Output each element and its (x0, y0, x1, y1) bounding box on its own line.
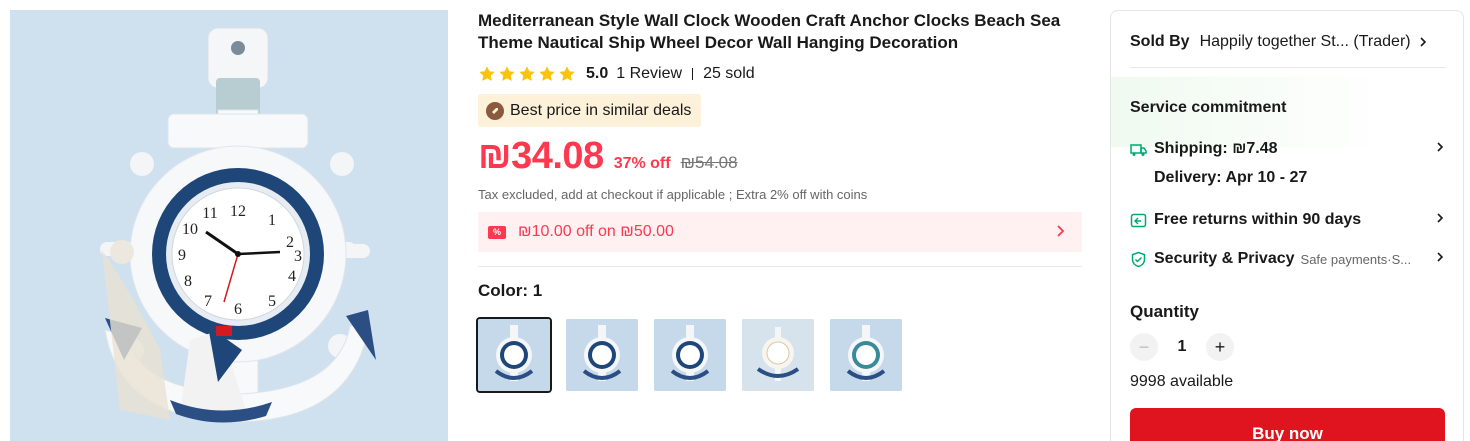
decrement-button[interactable]: − (1130, 333, 1158, 361)
returns-row[interactable]: Free returns within 90 days (1130, 209, 1446, 231)
star-icon (559, 66, 575, 81)
svg-text:8: 8 (184, 273, 192, 290)
shield-icon (1130, 251, 1147, 268)
variant-thumbnail[interactable] (476, 317, 552, 393)
tax-note: Tax excluded, add at checkout if applica… (478, 187, 868, 202)
seller-row[interactable]: Sold By Happily together St... (Trader) (1130, 31, 1446, 53)
product-main-image[interactable]: 12 1 2 3 4 5 6 7 8 9 10 11 (10, 10, 448, 441)
sold-count: 25 sold (703, 65, 755, 82)
variant-thumbnails (476, 317, 1082, 393)
coupon-icon: % (488, 225, 506, 239)
svg-text:1: 1 (268, 212, 276, 229)
svg-text:12: 12 (230, 203, 246, 220)
purchase-panel: Sold By Happily together St... (Trader) … (1110, 10, 1464, 441)
chevron-right-icon (1437, 142, 1444, 152)
product-info: Mediterranean Style Wall Clock Wooden Cr… (476, 10, 1082, 393)
seller-name[interactable]: Happily together St... (Trader) (1200, 33, 1411, 51)
separator (692, 68, 694, 80)
chevron-right-icon (1420, 37, 1426, 47)
variant-thumbnail[interactable] (566, 319, 638, 391)
reviews-link[interactable]: 1 Review (616, 65, 682, 83)
security-row[interactable]: Security & Privacy Safe payments·S... (1130, 248, 1446, 270)
shipping-text: Shipping: ₪7.48 (1154, 140, 1278, 157)
service-title: Service commitment (1130, 99, 1287, 116)
svg-text:2: 2 (286, 234, 294, 251)
quantity-stepper: − 1 + (1130, 333, 1234, 361)
divider (1130, 67, 1446, 68)
chevron-right-icon (1437, 252, 1444, 262)
truck-icon (1130, 141, 1147, 158)
quantity-value[interactable]: 1 (1158, 338, 1206, 356)
increment-button[interactable]: + (1206, 333, 1234, 361)
return-icon (1130, 212, 1147, 229)
quantity-label: Quantity (1130, 302, 1199, 321)
badge-text: Best price in similar deals (510, 101, 692, 119)
variant-thumbnail[interactable] (830, 319, 902, 391)
rating-score: 5.0 (586, 65, 609, 82)
coupon-text: ₪10.00 off on ₪50.00 (518, 223, 674, 240)
star-icon (539, 66, 555, 81)
buy-now-button[interactable]: Buy now (1130, 408, 1445, 441)
star-rating (478, 65, 576, 83)
divider (478, 266, 1082, 267)
chevron-right-icon (1057, 225, 1065, 237)
svg-text:11: 11 (202, 205, 217, 222)
variant-thumbnail[interactable] (742, 319, 814, 391)
rating-row: 5.0 1 Review 25 sold (478, 62, 1082, 86)
svg-text:10: 10 (182, 221, 198, 238)
price-row: ₪34.08 37% off ₪54.08 (478, 135, 1082, 179)
current-price: ₪34.08 (478, 135, 604, 177)
svg-text:3: 3 (294, 248, 302, 265)
svg-text:4: 4 (288, 268, 296, 285)
security-subtext: Safe payments·S... (1300, 251, 1412, 267)
best-price-badge: Best price in similar deals (478, 94, 702, 127)
svg-text:7: 7 (204, 293, 212, 310)
security-text: Security & Privacy (1154, 250, 1295, 267)
chevron-right-icon (1437, 213, 1444, 223)
shipping-row[interactable]: Shipping: ₪7.48 (1130, 138, 1446, 160)
returns-text: Free returns within 90 days (1154, 211, 1362, 228)
original-price: ₪54.08 (680, 153, 738, 172)
delivery-text: Delivery: Apr 10 - 27 (1154, 169, 1308, 186)
available-count: 9998 available (1130, 373, 1234, 390)
star-icon (519, 66, 535, 81)
discount-percent: 37% off (613, 155, 671, 172)
tag-icon (486, 101, 504, 120)
variant-thumbnail[interactable] (654, 319, 726, 391)
svg-text:9: 9 (178, 247, 186, 264)
svg-text:5: 5 (268, 293, 276, 310)
svg-text:6: 6 (234, 301, 242, 318)
product-title: Mediterranean Style Wall Clock Wooden Cr… (478, 11, 1061, 52)
star-icon (479, 66, 495, 81)
coupon-banner[interactable]: % ₪10.00 off on ₪50.00 (478, 212, 1082, 252)
star-icon (499, 66, 515, 81)
color-label: Color: 1 (478, 281, 543, 300)
sold-by-label: Sold By (1130, 33, 1190, 50)
